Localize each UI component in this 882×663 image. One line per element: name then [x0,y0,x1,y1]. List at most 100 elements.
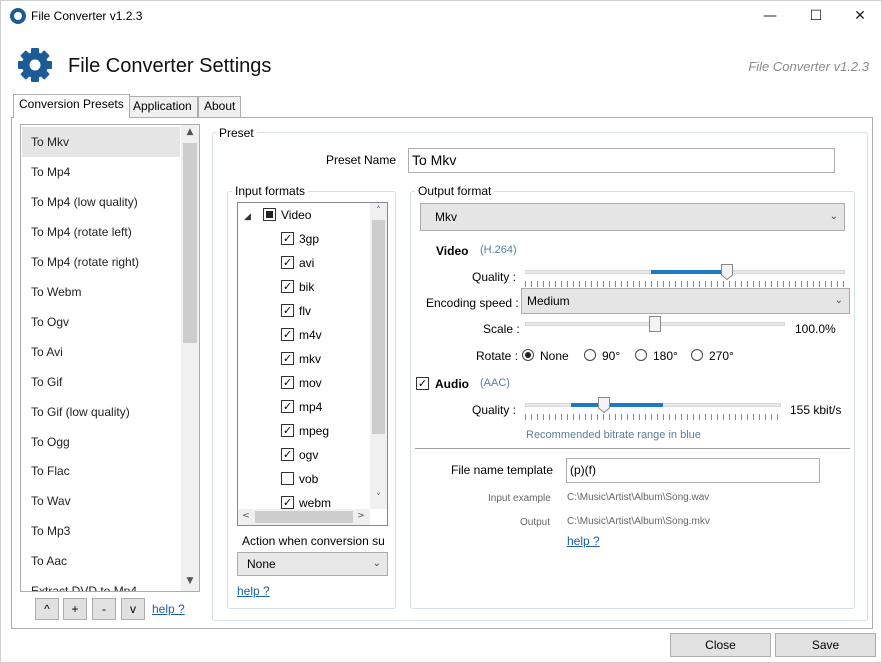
rotate-270-radio[interactable] [691,349,703,361]
format-checkbox[interactable]: ✓ [281,424,294,437]
list-item[interactable]: To Wav [22,486,180,516]
preset-list-scrollbar[interactable]: ▲ ▼ [181,125,199,591]
format-checkbox[interactable]: ✓ [281,352,294,365]
preset-list-help-link[interactable]: help ? [152,602,185,616]
format-checkbox[interactable]: ✓ [281,496,294,509]
scale-slider[interactable] [525,315,785,335]
list-item[interactable]: To Aac [22,546,180,576]
input-formats-help-link[interactable]: help ? [237,584,270,598]
format-checkbox[interactable]: ✓ [281,232,294,245]
recommended-bitrate-hint: Recommended bitrate range in blue [526,429,701,441]
list-item[interactable]: To Mp4 (rotate left) [22,217,180,247]
scroll-thumb[interactable] [372,220,385,434]
input-formats-label: Input formats [232,184,309,198]
format-label: ogv [299,448,319,462]
post-action-label: Action when conversion su [242,534,384,548]
video-quality-slider[interactable] [525,263,845,289]
post-action-value: None [247,557,276,571]
format-checkbox[interactable]: ✓ [281,448,294,461]
format-label: vob [299,472,319,486]
save-button[interactable]: Save [775,633,876,657]
rotate-none-radio[interactable] [522,349,534,361]
file-name-template-field[interactable]: (p)(f) [566,458,820,483]
add-preset-button[interactable]: + [63,598,87,620]
format-tree-hscrollbar[interactable]: < > [238,509,370,525]
recommended-range-bar [651,270,732,274]
audio-quality-slider[interactable] [525,397,781,421]
tab-conversion-presets[interactable]: Conversion Presets [13,94,130,118]
list-item[interactable]: To Gif (low quality) [22,397,180,427]
list-item[interactable]: To Avi [22,337,180,367]
slider-thumb-icon[interactable] [598,397,610,413]
maximize-button[interactable]: ☐ [793,1,839,31]
audio-quality-value: 155 kbit/s [790,403,842,417]
close-button[interactable]: Close [670,633,771,657]
tab-about[interactable]: About [198,96,242,117]
slider-ticks [525,414,781,420]
format-label: mkv [299,352,321,366]
list-item[interactable]: To Webm [22,277,180,307]
post-action-select[interactable]: None ⌄ [237,552,388,576]
list-item[interactable]: To Mkv [22,127,180,157]
move-down-button[interactable]: v [121,598,145,620]
slider-thumb-icon[interactable] [721,264,733,280]
scroll-thumb[interactable] [255,511,353,523]
rotate-90-radio[interactable] [584,349,596,361]
title-bar: File Converter v1.2.3 — ☐ ✕ [1,1,881,31]
format-tree[interactable]: ◢ Video ✓ 3gp ✓ avi ✓ bik ✓ flv ✓ m4v ✓ mkv ✓ m… [237,202,388,526]
minimize-button[interactable]: — [747,1,793,31]
list-item[interactable]: To Mp4 (low quality) [22,187,180,217]
list-item[interactable]: To Gif [22,367,180,397]
audio-enabled-checkbox[interactable]: ✓ [416,377,429,390]
preset-name-field[interactable]: To Mkv [408,148,835,173]
scroll-up-arrow-icon[interactable]: ▲ [181,127,199,137]
page-title: File Converter Settings [68,55,272,77]
scroll-down-arrow-icon[interactable]: ˅ [370,493,387,503]
encoding-speed-select[interactable]: Medium ⌄ [521,288,850,314]
video-checkbox[interactable] [263,208,276,221]
list-item[interactable]: To Mp4 (rotate right) [22,247,180,277]
list-item[interactable]: To Flac [22,456,180,486]
format-checkbox[interactable]: ✓ [281,328,294,341]
format-checkbox[interactable]: ✓ [281,256,294,269]
expand-arrow-icon[interactable]: ◢ [244,212,251,222]
scroll-down-arrow-icon[interactable]: ▼ [181,576,199,586]
app-window: File Converter v1.2.3 — ☐ ✕ File Convert… [0,0,882,663]
slider-ticks [525,281,845,287]
encoding-speed-value: Medium [527,294,570,308]
rotate-180-radio[interactable] [635,349,647,361]
scroll-up-arrow-icon[interactable]: ˄ [370,206,387,216]
close-window-button[interactable]: ✕ [837,1,882,31]
audio-codec-label: (AAC) [480,377,510,389]
remove-preset-button[interactable]: - [92,598,116,620]
format-checkbox[interactable]: ✓ [281,400,294,413]
format-label: mov [299,376,322,390]
format-checkbox[interactable]: ✓ [281,280,294,293]
list-item[interactable]: To Mp3 [22,516,180,546]
format-label: flv [299,304,311,318]
scroll-thumb[interactable] [183,143,197,343]
slider-thumb-icon[interactable] [649,316,661,332]
section-divider [415,448,850,449]
preset-name-label: Preset Name [326,153,397,167]
input-example-value: C:\Music\Artist\Album\Song.wav [567,492,710,503]
file-name-help-link[interactable]: help ? [567,534,600,548]
scroll-right-arrow-icon[interactable]: > [355,511,367,521]
format-checkbox[interactable]: ✓ [281,304,294,317]
tab-application[interactable]: Application [127,96,198,117]
list-item[interactable]: To Ogg [22,427,180,457]
tree-node-video[interactable]: ◢ Video [244,203,311,227]
list-item[interactable]: Extract DVD to Mp4 [22,576,180,591]
format-checkbox[interactable] [281,472,294,485]
format-label: bik [299,280,315,294]
format-tree-vscrollbar[interactable]: ˄ ˅ [370,203,387,509]
list-item[interactable]: To Ogv [22,307,180,337]
preset-list[interactable]: To Mkv To Mp4 To Mp4 (low quality) To Mp… [20,124,200,592]
format-checkbox[interactable]: ✓ [281,376,294,389]
move-up-button[interactable]: ^ [35,598,59,620]
output-example-label: Output [520,517,551,528]
version-label: File Converter v1.2.3 [748,59,869,74]
list-item[interactable]: To Mp4 [22,157,180,187]
output-format-select[interactable]: Mkv ⌄ [420,203,845,231]
scroll-left-arrow-icon[interactable]: < [240,511,252,521]
